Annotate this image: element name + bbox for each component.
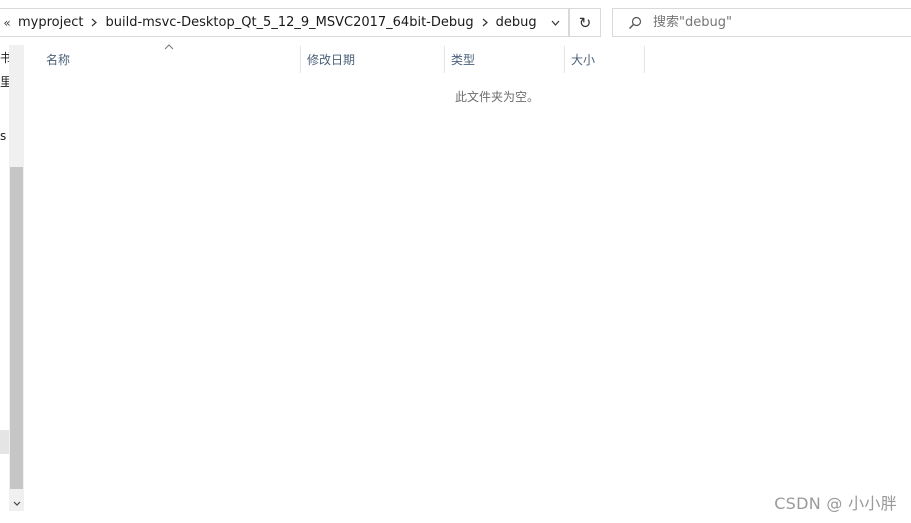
- column-header-type[interactable]: 类型: [445, 46, 565, 73]
- chevron-right-icon[interactable]: [87, 9, 101, 36]
- column-header-date-modified[interactable]: 修改日期: [301, 46, 445, 73]
- nav-pane-scrollbar[interactable]: [9, 45, 24, 511]
- navigation-pane: 书 里 s: [0, 45, 25, 513]
- breadcrumb-debug[interactable]: debug: [492, 9, 541, 36]
- column-header-label: 名称: [46, 53, 71, 67]
- column-header-label: 修改日期: [307, 53, 356, 67]
- nav-item[interactable]: 里: [0, 73, 9, 90]
- address-overflow-button[interactable]: «: [0, 16, 14, 30]
- scroll-down-icon[interactable]: [9, 495, 24, 511]
- watermark: CSDN @ 小小胖: [774, 494, 897, 513]
- column-header-size[interactable]: 大小: [565, 46, 645, 73]
- scrollbar-thumb[interactable]: [10, 167, 23, 489]
- column-headers: 名称 修改日期 类型 大小: [25, 44, 665, 73]
- navigation-toolbar: « myproject build-msvc-Desktop_Qt_5_12_9…: [0, 0, 911, 45]
- search-icon: [625, 16, 645, 30]
- column-header-name[interactable]: 名称: [40, 46, 301, 73]
- nav-item-selected[interactable]: [0, 430, 9, 454]
- breadcrumb-myproject[interactable]: myproject: [14, 9, 87, 36]
- column-header-label: 类型: [451, 53, 476, 67]
- search-input[interactable]: [653, 15, 893, 30]
- refresh-button[interactable]: ↻: [569, 8, 601, 37]
- refresh-icon: ↻: [578, 13, 592, 32]
- nav-item[interactable]: 书: [0, 49, 9, 66]
- search-box[interactable]: [612, 8, 911, 37]
- column-header-label: 大小: [571, 53, 596, 67]
- address-bar[interactable]: « myproject build-msvc-Desktop_Qt_5_12_9…: [0, 8, 569, 37]
- chevron-down-icon[interactable]: [542, 9, 568, 36]
- chevron-right-icon[interactable]: [478, 9, 492, 36]
- file-explorer-window: « myproject build-msvc-Desktop_Qt_5_12_9…: [0, 0, 911, 523]
- empty-folder-message: 此文件夹为空。: [455, 90, 540, 104]
- breadcrumb-build-folder[interactable]: build-msvc-Desktop_Qt_5_12_9_MSVC2017_64…: [101, 9, 477, 36]
- nav-item[interactable]: s: [0, 129, 9, 143]
